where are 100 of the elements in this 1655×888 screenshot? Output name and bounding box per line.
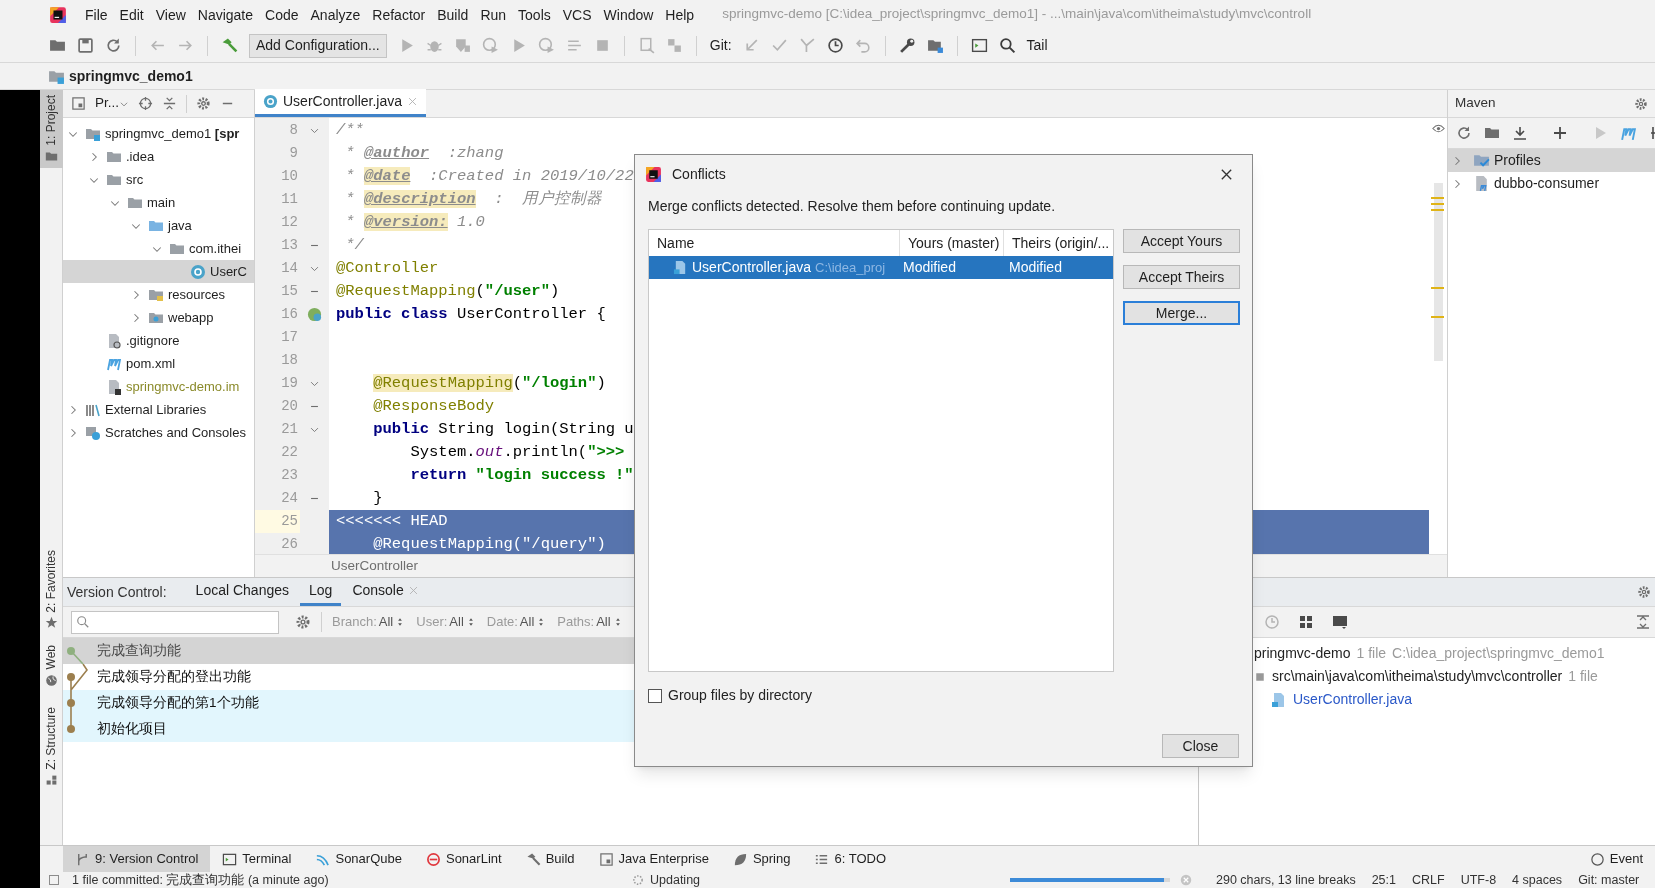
history-icon[interactable] bbox=[826, 37, 844, 54]
tree-item[interactable]: UserC bbox=[63, 260, 254, 283]
status-item[interactable]: 290 chars, 13 line breaks bbox=[1208, 872, 1364, 888]
panel-tab[interactable]: Local Changes bbox=[186, 578, 298, 606]
cancel-icon[interactable] bbox=[1180, 874, 1192, 886]
refresh-icon[interactable] bbox=[105, 37, 122, 54]
expand-icon[interactable] bbox=[1635, 614, 1651, 630]
tree-item[interactable]: webapp bbox=[63, 306, 254, 329]
locate-icon[interactable] bbox=[138, 96, 153, 111]
menu-item[interactable]: Analyze bbox=[304, 4, 367, 25]
tool-window-tab[interactable]: Spring bbox=[720, 846, 803, 872]
dialog-button[interactable]: Merge... bbox=[1123, 301, 1240, 325]
menu-item[interactable]: Window bbox=[597, 4, 660, 25]
attach-icon[interactable] bbox=[537, 37, 555, 54]
side-tab[interactable]: 1: Project bbox=[39, 90, 63, 168]
side-tab[interactable]: Z: Structure bbox=[39, 701, 63, 792]
side-tab[interactable]: Web bbox=[39, 640, 63, 692]
dialog-button[interactable]: Accept Theirs bbox=[1123, 265, 1240, 289]
tree-item[interactable]: springmvc-demo.im bbox=[63, 375, 254, 398]
tree-item[interactable]: main bbox=[63, 191, 254, 214]
warning-stripe[interactable] bbox=[1430, 203, 1444, 205]
panel-tab[interactable]: Console bbox=[343, 578, 428, 606]
tool-window-tab[interactable]: Event bbox=[1577, 846, 1655, 872]
editor-tab[interactable]: UserController.java bbox=[255, 89, 427, 117]
menu-item[interactable]: Tools bbox=[512, 4, 557, 25]
eye-icon[interactable] bbox=[1431, 122, 1445, 135]
tree-item[interactable]: .gitignore bbox=[63, 329, 254, 352]
settings-icon[interactable] bbox=[196, 96, 211, 111]
tree-item[interactable]: UserController.java bbox=[1199, 688, 1655, 711]
status-item[interactable]: UTF-8 bbox=[1452, 872, 1505, 888]
tree-item[interactable]: dubbo-consumer bbox=[1448, 172, 1655, 195]
cubes-icon[interactable] bbox=[665, 37, 683, 54]
warning-stripe[interactable] bbox=[1430, 209, 1444, 211]
tool-window-tab[interactable]: Terminal bbox=[210, 846, 304, 872]
tree-item[interactable]: pom.xml bbox=[63, 352, 254, 375]
profile-icon[interactable] bbox=[481, 37, 499, 54]
warning-stripe[interactable] bbox=[1430, 197, 1444, 199]
tool-window-tab[interactable]: Build bbox=[513, 846, 587, 872]
warning-stripe[interactable] bbox=[1430, 316, 1444, 318]
menu-item[interactable]: View bbox=[149, 4, 192, 25]
status-item[interactable]: CRLF bbox=[1404, 872, 1453, 888]
status-item[interactable]: Git: master bbox=[1570, 872, 1648, 888]
side-tab[interactable]: 2: Favorites bbox=[39, 544, 63, 635]
tree-item[interactable]: Scratches and Consoles bbox=[63, 421, 254, 444]
tree-item[interactable]: External Libraries bbox=[63, 398, 254, 421]
menu-item[interactable]: VCS bbox=[556, 4, 598, 25]
collapse-icon[interactable] bbox=[162, 96, 177, 111]
commit-icon[interactable] bbox=[770, 37, 788, 54]
device-icon[interactable] bbox=[637, 37, 655, 54]
terminal-icon[interactable] bbox=[970, 37, 988, 54]
tool-window-tab[interactable]: Java Enterprise bbox=[586, 846, 721, 872]
tree-item[interactable]: src\main\java\com\itheima\study\mvc\controller 1 file bbox=[1199, 665, 1655, 688]
settings-icon[interactable] bbox=[295, 614, 311, 630]
file-row[interactable]: UserController.java C:\idea_proj Modified Modified bbox=[649, 256, 1113, 279]
menu-item[interactable]: Build bbox=[431, 4, 475, 25]
settings-icon[interactable] bbox=[1637, 585, 1651, 599]
menu-item[interactable]: Refactor bbox=[366, 4, 432, 25]
search-field[interactable] bbox=[71, 610, 279, 634]
tree-item[interactable]: java bbox=[63, 214, 254, 237]
tree-item[interactable]: com.ithei bbox=[63, 237, 254, 260]
grid-icon[interactable] bbox=[1298, 614, 1314, 630]
tree-item[interactable]: .idea bbox=[63, 145, 254, 168]
filter-dropdown[interactable]: Paths:All bbox=[557, 612, 628, 632]
breadcrumb-item[interactable]: springmvc_demo1 bbox=[69, 65, 193, 87]
coverage-icon[interactable] bbox=[453, 37, 471, 54]
checkbox[interactable] bbox=[648, 688, 662, 703]
settings-icon[interactable] bbox=[1634, 96, 1648, 111]
refresh-icon[interactable] bbox=[1456, 125, 1472, 141]
open-folder-icon[interactable] bbox=[49, 37, 66, 54]
tool-window-tab[interactable]: SonarQube bbox=[303, 846, 414, 872]
search-icon[interactable] bbox=[998, 37, 1016, 54]
close-button[interactable]: Close bbox=[1162, 734, 1239, 758]
layout-icon[interactable] bbox=[1332, 614, 1348, 630]
breadcrumb-item[interactable]: UserController bbox=[331, 555, 419, 577]
warning-stripe[interactable] bbox=[1430, 287, 1444, 289]
filter-dropdown[interactable]: User:All bbox=[416, 612, 481, 632]
tree-item[interactable]: src bbox=[63, 168, 254, 191]
menu-item[interactable]: Help bbox=[659, 4, 701, 25]
rollback-icon[interactable] bbox=[854, 37, 872, 54]
status-item[interactable]: 25:1 bbox=[1363, 872, 1404, 888]
tool-window-tab[interactable]: SonarLint bbox=[413, 846, 514, 872]
dialog-button[interactable]: Accept Yours bbox=[1123, 229, 1240, 253]
scrollbar-track[interactable] bbox=[1433, 183, 1443, 361]
run-configuration-button[interactable]: Add Configuration... bbox=[249, 33, 387, 58]
menu-item[interactable]: Edit bbox=[113, 4, 150, 25]
tool-window-tab[interactable]: 6: TODO bbox=[802, 846, 898, 872]
settings-icon[interactable] bbox=[898, 37, 916, 54]
view-dropdown[interactable]: Pr... bbox=[95, 93, 129, 114]
column-header[interactable]: Name bbox=[649, 230, 899, 256]
tree-item[interactable]: Profiles bbox=[1448, 149, 1655, 172]
tail-button[interactable]: Tail bbox=[1026, 35, 1048, 56]
step-icon[interactable] bbox=[565, 37, 583, 54]
bean-icon[interactable] bbox=[307, 307, 322, 322]
project-structure-icon[interactable] bbox=[926, 37, 944, 54]
menu-item[interactable]: File bbox=[79, 4, 114, 25]
hammer-icon[interactable] bbox=[221, 37, 238, 54]
tree-item[interactable]: springmvc_demo1 [spr bbox=[63, 122, 254, 145]
add-icon[interactable] bbox=[1552, 125, 1568, 141]
menu-item[interactable]: Navigate bbox=[191, 4, 260, 25]
filter-dropdown[interactable]: Branch:All bbox=[332, 612, 411, 632]
